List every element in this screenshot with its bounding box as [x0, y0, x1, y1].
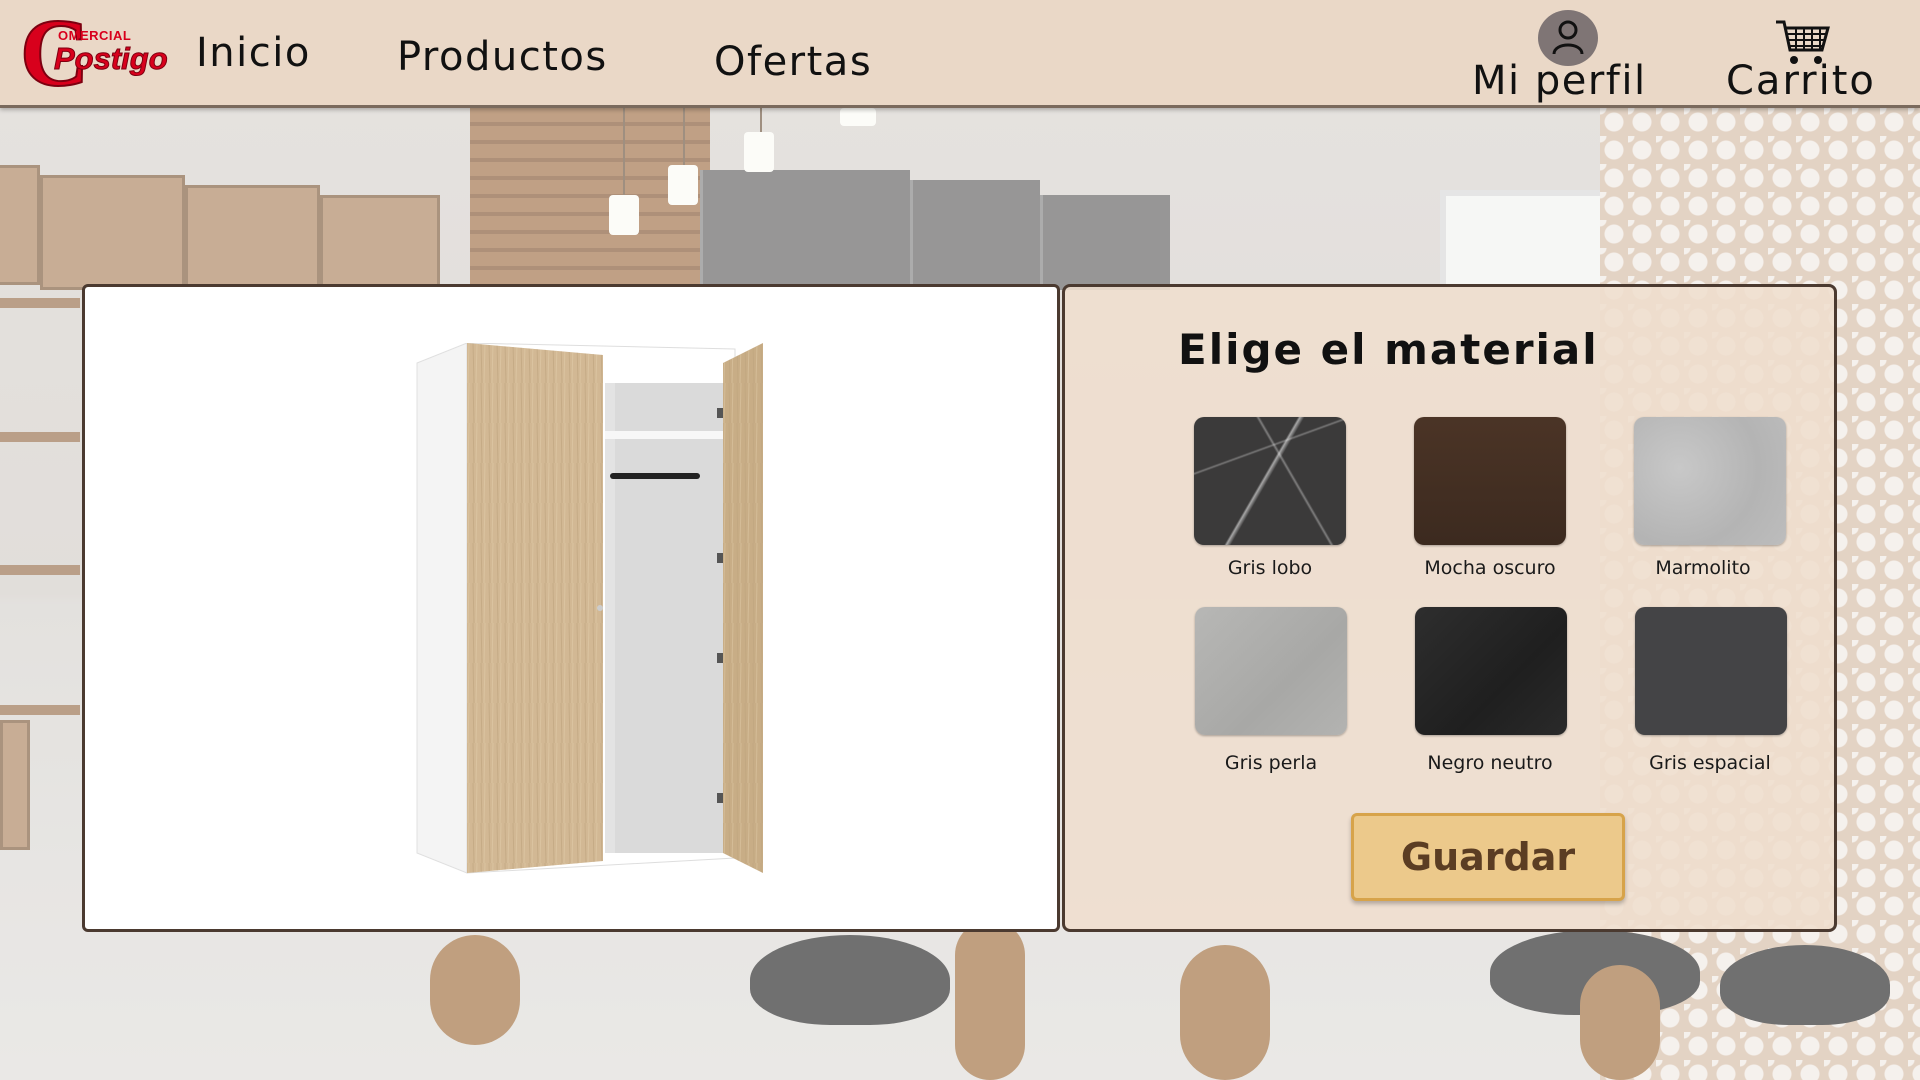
nav-link-productos[interactable]: Productos: [397, 34, 608, 80]
material-panel-title: Elige el material: [1178, 325, 1599, 374]
top-navigation-bar: C OMERCIAL Postigo Inicio Productos Ofer…: [0, 0, 1920, 108]
logo-main-text: Postigo: [54, 41, 169, 77]
product-preview-panel: [82, 284, 1060, 932]
material-label-gris-perla: Gris perla: [1224, 752, 1318, 774]
cart-label: Carrito: [1726, 58, 1876, 104]
material-label-negro-neutro: Negro neutro: [1427, 752, 1553, 774]
brand-logo[interactable]: C OMERCIAL Postigo: [19, 4, 168, 102]
material-swatch-gris-perla[interactable]: [1195, 607, 1347, 735]
material-swatch-gris-espacial[interactable]: [1635, 607, 1787, 735]
cart-button[interactable]: Carrito: [1726, 18, 1886, 104]
material-swatch-mocha-oscuro[interactable]: [1414, 417, 1566, 545]
material-swatch-negro-neutro[interactable]: [1415, 607, 1567, 735]
profile-button[interactable]: Mi perfil: [1472, 10, 1652, 104]
material-swatch-gris-lobo[interactable]: [1194, 417, 1346, 545]
material-selection-panel: Elige el material Gris lobo Mocha oscuro…: [1062, 284, 1837, 932]
material-swatch-marmolito[interactable]: [1634, 417, 1786, 545]
save-button[interactable]: Guardar: [1351, 813, 1625, 901]
material-label-gris-espacial: Gris espacial: [1649, 752, 1771, 774]
material-label-marmolito: Marmolito: [1655, 557, 1751, 579]
wardrobe-image: [416, 343, 763, 874]
nav-link-inicio[interactable]: Inicio: [196, 30, 311, 76]
material-label-gris-lobo: Gris lobo: [1227, 557, 1313, 579]
material-label-mocha-oscuro: Mocha oscuro: [1424, 557, 1556, 579]
profile-label: Mi perfil: [1472, 58, 1647, 104]
nav-link-ofertas[interactable]: Ofertas: [714, 39, 872, 85]
